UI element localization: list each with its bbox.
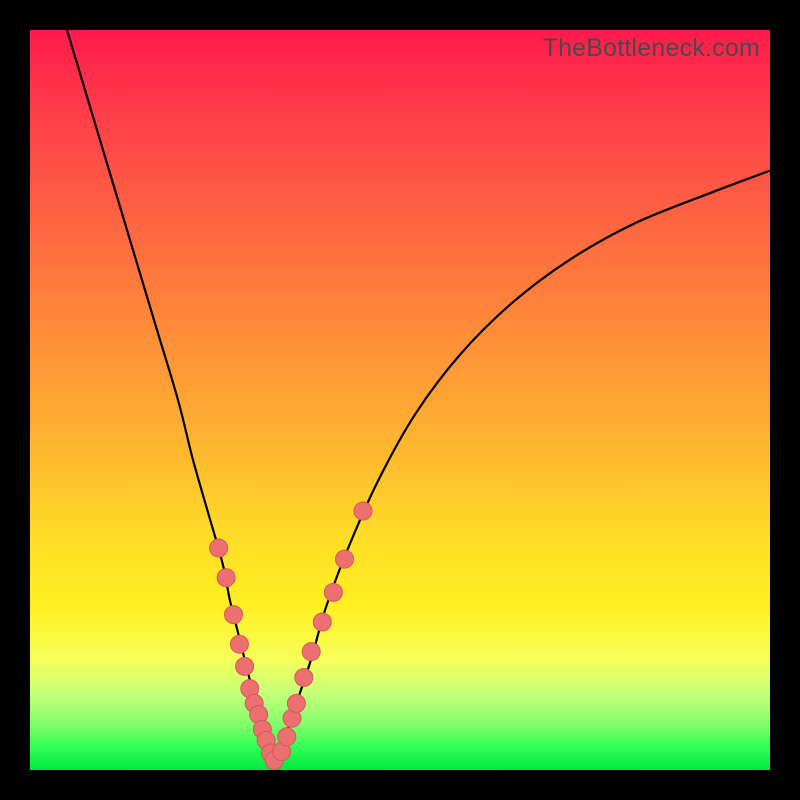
data-point [287,694,305,712]
data-point [210,539,228,557]
data-point [313,613,331,631]
data-point [225,606,243,624]
data-point [278,728,296,746]
data-point [324,583,342,601]
curves-group [67,30,770,763]
chart-frame: TheBottleneck.com [0,0,800,800]
data-point [230,635,248,653]
plot-area: TheBottleneck.com [30,30,770,770]
data-point [236,657,254,675]
data-point [302,643,320,661]
data-point [354,502,372,520]
curve-right-branch [274,171,770,763]
data-points-group [210,502,372,769]
data-point [217,569,235,587]
chart-overlay [30,30,770,770]
data-point [336,550,354,568]
data-point [295,669,313,687]
